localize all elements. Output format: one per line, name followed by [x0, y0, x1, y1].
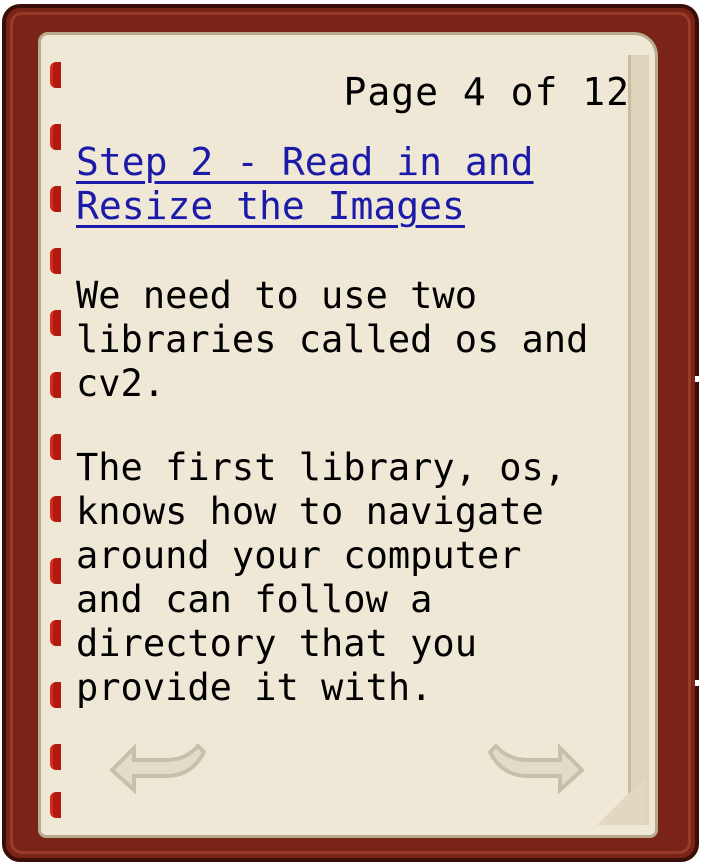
binding-stitches	[44, 62, 66, 822]
chapter-heading-link[interactable]: Step 2 - Read in and Resize the Images	[76, 140, 636, 228]
text-line: We need to use two	[76, 274, 477, 317]
text-line: The first library, os,	[76, 446, 567, 489]
text-line: provide it with.	[76, 666, 433, 709]
stitch	[50, 248, 61, 274]
text-line: around your computer	[76, 534, 522, 577]
stitch	[50, 558, 61, 584]
text-line: libraries called os and	[76, 318, 589, 361]
page-back-arrow-icon	[109, 743, 207, 795]
stitch	[50, 496, 61, 522]
stitch	[50, 124, 61, 150]
stitch	[50, 62, 61, 88]
text-line: directory that you	[76, 622, 477, 665]
stitch	[50, 620, 61, 646]
stitch	[50, 434, 61, 460]
page-forward-arrow-icon	[487, 743, 585, 795]
book-gui: Page 4 of 12 Step 2 - Read in and Resize…	[0, 0, 701, 866]
page-indicator: Page 4 of 12	[343, 70, 630, 114]
text-line: cv2.	[76, 362, 166, 405]
stitch	[50, 744, 61, 770]
paragraph-intro: We need to use two libraries called os a…	[76, 274, 636, 406]
stitch	[50, 792, 61, 818]
stitch	[50, 310, 61, 336]
heading-line: Resize the Images	[76, 184, 465, 228]
edge-tick	[695, 376, 701, 382]
stitch	[50, 372, 61, 398]
text-line: and can follow a	[76, 578, 433, 621]
edge-tick	[695, 680, 701, 686]
paragraph-os-library: The first library, os, knows how to navi…	[76, 446, 636, 710]
stitch	[50, 186, 61, 212]
text-line: knows how to navigate	[76, 490, 544, 533]
stitch	[50, 682, 61, 708]
next-page-button[interactable]	[486, 736, 586, 798]
page-corner-fold	[597, 777, 645, 825]
previous-page-button[interactable]	[108, 736, 208, 798]
heading-line: Step 2 - Read in and	[76, 140, 534, 184]
